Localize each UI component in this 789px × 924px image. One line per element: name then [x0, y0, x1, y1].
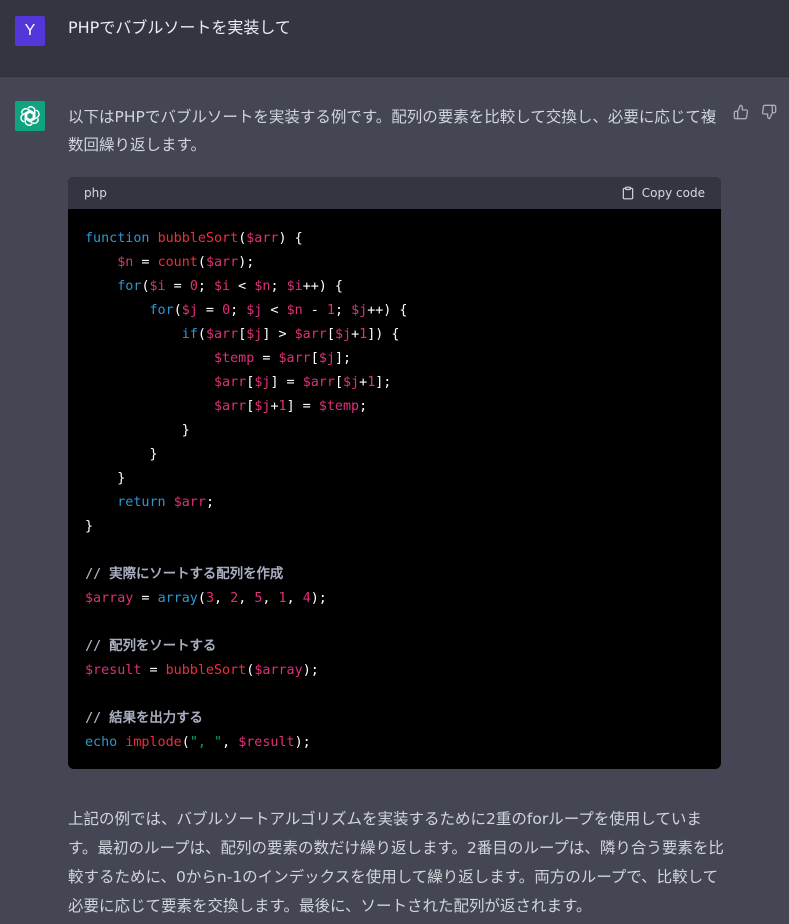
code-content: function bubbleSort($arr) { $n = count($… [85, 231, 408, 750]
thumbs-up-button[interactable] [733, 104, 751, 122]
code-language-label: php [84, 186, 107, 200]
openai-logo-icon [20, 106, 40, 126]
thumbs-up-icon [733, 104, 749, 120]
copy-code-button[interactable]: Copy code [621, 186, 705, 200]
feedback-buttons [733, 104, 779, 122]
thumbs-down-icon [761, 104, 777, 120]
user-avatar: Y [15, 16, 45, 46]
thumbs-down-button[interactable] [761, 104, 779, 122]
assistant-intro-text: 以下はPHPでバブルソートを実装する例です。配列の要素を比較して交換し、必要に応… [68, 108, 717, 154]
assistant-outro-text: 上記の例では、バブルソートアルゴリズムを実装するために2重のforループを使用し… [68, 810, 724, 915]
code-header: php Copy code [68, 177, 721, 209]
clipboard-icon [622, 186, 634, 200]
assistant-avatar [15, 101, 45, 131]
user-message-text: PHPでバブルソートを実装して [68, 18, 291, 37]
code-block: php Copy code function bubbleSort($arr) … [68, 177, 721, 769]
user-message-row: Y PHPでバブルソートを実装して [0, 0, 789, 77]
copy-code-label: Copy code [641, 186, 705, 200]
